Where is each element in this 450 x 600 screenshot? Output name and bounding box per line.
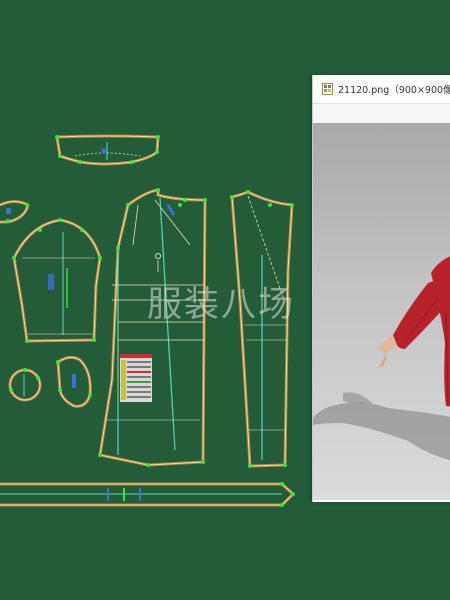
cuff-piece-edge[interactable]: [0, 200, 30, 224]
rendered-garment-image: [313, 123, 450, 502]
preview-bottom-edge: [313, 500, 450, 502]
pocket-facing-piece[interactable]: [56, 355, 92, 408]
sleeve-piece[interactable]: [12, 218, 102, 343]
pocket-round-piece[interactable]: [8, 368, 42, 402]
collar-piece[interactable]: [55, 134, 160, 166]
belt-piece[interactable]: [0, 482, 296, 507]
image-preview-window[interactable]: 21120.png（900×900像素: [312, 75, 450, 502]
image-file-icon: [322, 83, 333, 95]
cad-workspace: 服装八场 21120.png（900×900像素: [0, 0, 450, 600]
coat-render: [313, 256, 450, 461]
watermark-text: 服装八场: [147, 285, 296, 325]
front-panel[interactable]: [98, 188, 207, 467]
preview-window-title: 21120.png（900×900像素: [338, 85, 450, 96]
preview-titlebar[interactable]: 21120.png（900×900像素: [313, 75, 450, 104]
side-panel[interactable]: [230, 190, 294, 468]
